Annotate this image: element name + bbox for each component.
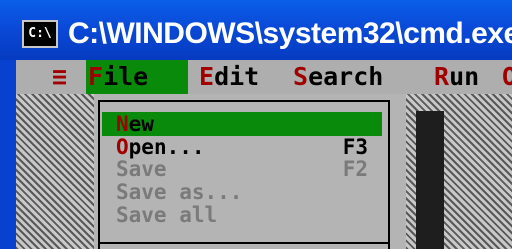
menu-bar: ≡ File Edit Search Run O bbox=[16, 60, 512, 94]
menu-item-open-label: pen... bbox=[128, 135, 205, 159]
cmd-icon[interactable]: C:\ bbox=[22, 20, 58, 48]
console-client-area: ≡ File Edit Search Run O New Open... F3 … bbox=[16, 60, 512, 249]
menu-item-save-all: Save all bbox=[102, 203, 382, 227]
menu-item-save: Save F2 bbox=[102, 157, 382, 181]
menu-edit-label: dit bbox=[214, 62, 260, 91]
file-menu-dropdown: New Open... F3 Save F2 Save as... Save a… bbox=[94, 94, 406, 249]
title-bar[interactable]: C:\ C:\WINDOWS\system32\cmd.exe - to bbox=[0, 0, 512, 60]
menu-search-hotkey: S bbox=[293, 62, 309, 91]
window-title: C:\WINDOWS\system32\cmd.exe - to bbox=[68, 17, 512, 50]
menu-item-open-shortcut: F3 bbox=[342, 135, 368, 159]
menu-options[interactable]: O bbox=[502, 60, 512, 94]
menu-item-save-all-label: Save all bbox=[116, 203, 218, 227]
console-window: C:\ C:\WINDOWS\system32\cmd.exe - to ≡ F… bbox=[0, 0, 512, 249]
menu-search-label: earch bbox=[308, 62, 384, 91]
menu-item-new-hotkey: N bbox=[116, 112, 129, 136]
menu-file-label: ile bbox=[103, 62, 149, 91]
menu-item-open[interactable]: Open... F3 bbox=[102, 135, 382, 159]
menu-item-save-label: Save bbox=[116, 157, 167, 181]
menu-run-label: un bbox=[449, 62, 480, 91]
window-shadow bbox=[416, 111, 444, 249]
menu-edit-hotkey: E bbox=[199, 62, 215, 91]
menu-edit[interactable]: Edit bbox=[199, 60, 259, 94]
system-menu-icon[interactable]: ≡ bbox=[52, 60, 67, 94]
desktop-pattern-left bbox=[16, 94, 94, 249]
menu-item-new[interactable]: New bbox=[102, 112, 382, 136]
menu-item-save-as-label: Save as... bbox=[116, 180, 243, 204]
menu-separator bbox=[98, 242, 390, 244]
menu-file-hotkey: F bbox=[88, 62, 104, 91]
menu-options-hotkey: O bbox=[502, 62, 512, 91]
menu-item-save-shortcut: F2 bbox=[342, 157, 368, 181]
menu-run[interactable]: Run bbox=[434, 60, 479, 94]
menu-item-save-as: Save as... bbox=[102, 180, 382, 204]
menu-file[interactable]: File bbox=[86, 60, 188, 94]
menu-item-new-label: ew bbox=[128, 112, 154, 136]
menu-item-open-hotkey: O bbox=[116, 135, 129, 159]
menu-run-hotkey: R bbox=[434, 62, 450, 91]
menu-search[interactable]: Search bbox=[293, 60, 383, 94]
window-frame-left bbox=[0, 60, 16, 249]
